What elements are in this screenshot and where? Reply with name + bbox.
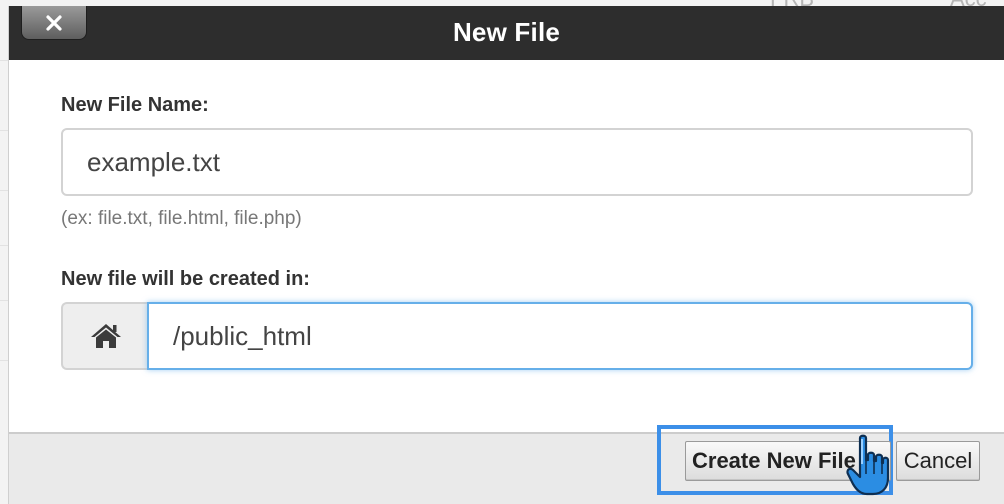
- location-input[interactable]: [147, 302, 973, 370]
- file-name-label: New File Name:: [61, 94, 209, 116]
- file-name-input[interactable]: [61, 128, 973, 196]
- dialog-title: New File: [452, 17, 561, 47]
- file-name-hint: (ex: file.txt, file.html, file.php): [61, 208, 302, 229]
- cancel-button[interactable]: Cancel: [896, 441, 980, 481]
- location-label: New file will be created in:: [61, 268, 310, 290]
- close-button[interactable]: [21, 6, 87, 40]
- close-icon: [46, 14, 62, 31]
- dialog-titlebar: New File: [9, 6, 1004, 60]
- create-new-file-button[interactable]: Create New File: [685, 441, 891, 481]
- home-addon: [61, 302, 149, 370]
- home-icon: [91, 324, 121, 348]
